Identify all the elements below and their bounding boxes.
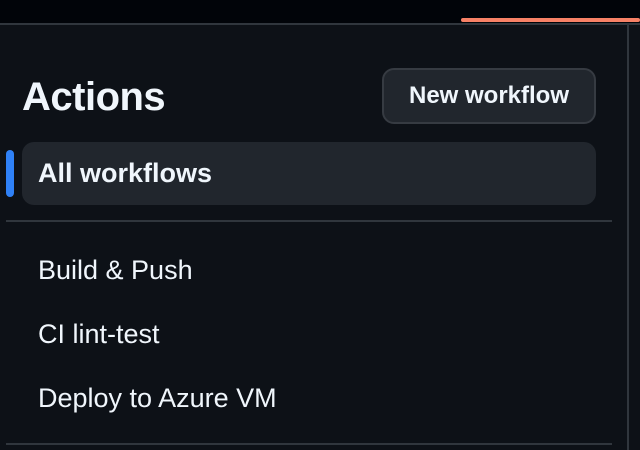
section-divider bbox=[6, 220, 612, 222]
active-item-indicator bbox=[6, 150, 14, 197]
workflow-list: Build & Push CI lint-test Deploy to Azur… bbox=[22, 238, 596, 430]
section-divider bbox=[6, 443, 612, 445]
top-border bbox=[0, 23, 640, 25]
workflow-item-label: CI lint-test bbox=[38, 318, 160, 349]
new-workflow-button[interactable]: New workflow bbox=[382, 68, 596, 124]
page-title: Actions bbox=[22, 75, 166, 119]
workflow-item-deploy-azure-vm[interactable]: Deploy to Azure VM bbox=[22, 366, 596, 430]
active-tab-underline bbox=[461, 18, 640, 22]
panel-divider bbox=[627, 25, 629, 450]
workflow-item-label: Deploy to Azure VM bbox=[38, 382, 277, 413]
nav-item-label: All workflows bbox=[38, 158, 213, 188]
workflow-item-build-push[interactable]: Build & Push bbox=[22, 238, 596, 302]
workflow-item-label: Build & Push bbox=[38, 254, 193, 285]
nav-item-all-workflows[interactable]: All workflows bbox=[22, 142, 596, 205]
workflow-item-ci-lint-test[interactable]: CI lint-test bbox=[22, 302, 596, 366]
